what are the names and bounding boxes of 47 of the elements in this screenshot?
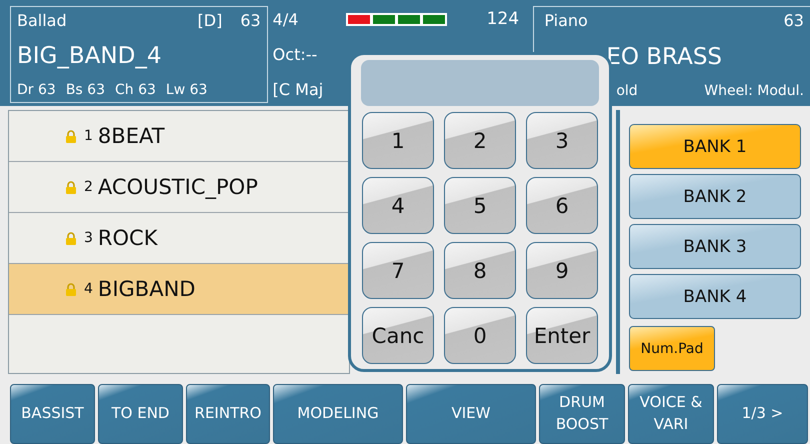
voice-name: EO BRASS <box>605 44 724 70</box>
padlock-icon <box>65 282 77 296</box>
style-mode: [D] <box>198 11 222 30</box>
function-button[interactable]: REINTRO <box>186 384 270 444</box>
padlock-icon <box>65 180 77 194</box>
voice-volume: 63 <box>784 11 804 30</box>
part-volume: Lw 63 <box>166 82 208 98</box>
function-button[interactable]: VIEW <box>406 384 536 444</box>
numpad-key[interactable]: Canc <box>362 307 434 364</box>
numpad-key[interactable]: 7 <box>362 242 434 299</box>
bank-button[interactable]: BANK 4 <box>629 274 801 319</box>
numpad-button[interactable]: Num.Pad <box>629 326 715 371</box>
numpad-key[interactable]: 3 <box>526 112 598 169</box>
function-button[interactable]: VOICE & VARI <box>628 384 714 444</box>
numpad-key[interactable]: 5 <box>444 177 516 234</box>
function-button[interactable]: TO END <box>98 384 183 444</box>
function-button[interactable]: BASSIST <box>10 384 95 444</box>
tempo-value: 124 <box>486 9 520 29</box>
function-button[interactable]: MODELING <box>273 384 403 444</box>
style-list-item[interactable]: 4 BIGBAND <box>9 264 349 315</box>
function-button[interactable]: 1/3 > <box>717 384 808 444</box>
numpad-key[interactable]: 0 <box>444 307 516 364</box>
function-button[interactable]: DRUM BOOST <box>539 384 625 444</box>
numpad-key[interactable]: 4 <box>362 177 434 234</box>
numpad-key[interactable]: 8 <box>444 242 516 299</box>
padlock-icon <box>65 130 77 142</box>
pedal-label: old <box>616 83 639 99</box>
time-signature: 4/4 <box>272 10 300 29</box>
numpad-key[interactable]: 6 <box>526 177 598 234</box>
octave-label: Oct:-- <box>272 45 318 64</box>
part-volume: Bs 63 <box>66 82 105 98</box>
style-name: BIG_BAND_4 <box>17 43 162 69</box>
style-category: Ballad <box>17 11 68 30</box>
numpad-key[interactable]: 9 <box>526 242 598 299</box>
bank-button[interactable]: BANK 1 <box>629 124 801 169</box>
numpad-key[interactable]: 1 <box>362 112 434 169</box>
part-volume: Ch 63 <box>114 82 156 98</box>
bank-button[interactable]: BANK 3 <box>629 224 801 269</box>
bank-button[interactable]: BANK 2 <box>629 174 801 219</box>
padlock-icon <box>65 232 77 244</box>
chord-label: [C Maj <box>272 80 324 99</box>
voice-category: Piano <box>544 11 589 30</box>
part-volume: Dr 63 <box>17 82 56 98</box>
wheel-label: Wheel: Modul. <box>704 83 804 99</box>
style-volume: 63 <box>240 11 261 30</box>
numpad-key[interactable]: Enter <box>526 307 598 364</box>
numpad-key[interactable]: 2 <box>444 112 516 169</box>
